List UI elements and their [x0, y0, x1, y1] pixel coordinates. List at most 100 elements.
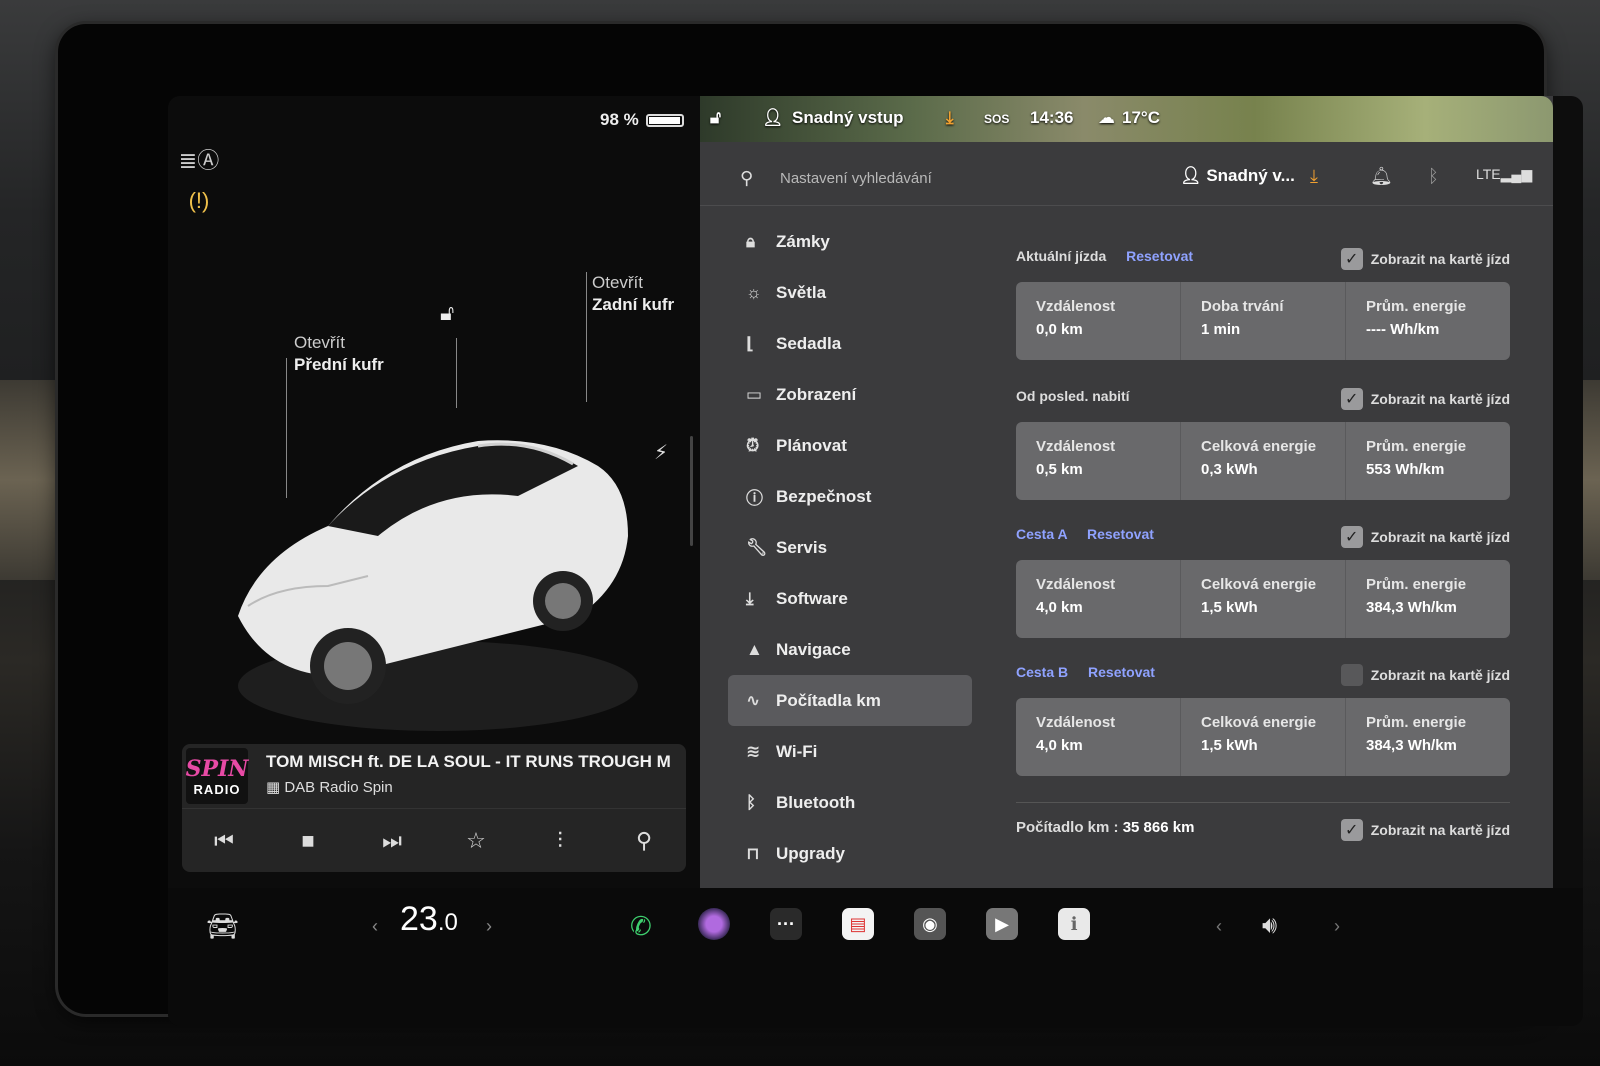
download-icon[interactable]: ⤓ — [946, 108, 954, 128]
stat-total-energy: Celková energie 1,5 kWh — [1181, 560, 1346, 638]
sos-icon[interactable]: SOS — [984, 112, 1009, 126]
menu-item-software[interactable]: ⤓ Software — [728, 573, 972, 624]
stat-value: 0,5 km — [1036, 461, 1083, 478]
temp-up-icon[interactable]: › — [486, 906, 492, 946]
stat-label: Celková energie — [1201, 438, 1317, 455]
menu-item-upgrady[interactable]: ⊓ Upgrady — [728, 828, 972, 879]
menu-item-zobrazeni[interactable]: ▭ Zobrazení — [728, 369, 972, 420]
menu-item-wifi[interactable]: ≋ Wi-Fi — [728, 726, 972, 777]
profile-button[interactable]: 👤︎ Snadný v... — [1180, 166, 1295, 186]
previous-icon[interactable]: ⏮︎ — [204, 821, 244, 861]
menu-label: Sedadla — [776, 333, 842, 353]
station-name: ▦ DAB Radio Spin — [266, 779, 393, 796]
bluetooth-status-icon[interactable]: ᛒ — [1428, 166, 1439, 187]
show-on-card-checkbox[interactable]: ✓ Zobrazit na kartě jízd — [1340, 819, 1510, 841]
temp-down-icon[interactable]: ‹ — [372, 906, 378, 946]
menu-item-zamky[interactable]: 🔒︎ Zámky — [728, 216, 972, 267]
bottom-bar: 🚘︎ ‹ 23.0 › ✆ ··· ▤ ◉ ▶ ℹ ‹ 🔊︎ › — [168, 888, 1583, 1026]
volume-down-icon[interactable]: ‹ — [1216, 906, 1222, 946]
screen-bezel: ≣Ⓐ (!) 98 % Otevřít Přední kufr Otevřít … — [58, 24, 1583, 1026]
car-icon[interactable]: 🚘︎ — [206, 906, 239, 946]
menu-item-servis[interactable]: 🔧︎ Servis — [728, 522, 972, 573]
status-profile[interactable]: Snadný vstup — [792, 108, 903, 128]
auto-headlights-icon[interactable]: ≣Ⓐ — [179, 142, 219, 176]
menu-label: Upgrady — [776, 843, 845, 863]
notification-bell-icon[interactable]: 🔔︎ — [1370, 166, 1393, 187]
front-trunk-label: Přední kufr — [294, 355, 384, 374]
section-header: Od posled. nabití ✓ Zobrazit na kartě jíz… — [1016, 388, 1510, 414]
logo-radio: RADIO — [193, 781, 241, 797]
show-on-card-checkbox[interactable]: ✓ Zobrazit na kartě jízd — [1340, 526, 1510, 548]
dashcam-icon[interactable]: ◉ — [914, 908, 946, 940]
theater-icon[interactable]: ▶ — [986, 908, 1018, 940]
section-header: Cesta A Resetovat ✓ Zobrazit na kartě jíz… — [1016, 526, 1510, 552]
stat-value: 1,5 kWh — [1201, 599, 1258, 616]
section-title: Cesta A — [1016, 526, 1068, 542]
temp-main: 23 — [400, 900, 438, 938]
navigation-icon: ▲ — [746, 639, 763, 659]
next-icon[interactable]: ⏭︎ — [372, 821, 412, 861]
menu-label: Bluetooth — [776, 792, 856, 812]
trip-stats: Vzdálenost 4,0 km Celková energie 1,5 kWh … — [1016, 698, 1510, 776]
checkbox-checked-icon: ✓ — [1340, 388, 1363, 410]
volume-icon[interactable]: 🔊︎ — [1262, 906, 1277, 946]
stat-value: ---- Wh/km — [1366, 321, 1440, 338]
show-on-card-checkbox[interactable]: ✓ Zobrazit na kartě jízd — [1340, 248, 1510, 270]
stop-icon[interactable]: ■ — [288, 821, 328, 861]
logo-spin: SPIN — [185, 755, 249, 782]
menu-item-planovat[interactable]: ⏰︎ Plánovat — [728, 420, 972, 471]
menu-label: Wi-Fi — [776, 741, 818, 761]
rear-trunk-line — [586, 272, 587, 402]
stat-avg-energy: Prům. energie 553 Wh/km — [1346, 422, 1510, 500]
more-apps-icon[interactable]: ··· — [770, 908, 802, 940]
checkbox-unchecked-icon — [1340, 664, 1363, 686]
manual-icon[interactable]: ℹ — [1058, 908, 1090, 940]
phone-icon[interactable]: ✆ — [630, 906, 652, 946]
car-image[interactable] — [218, 386, 658, 746]
lock-icon: 🔒︎ — [746, 231, 756, 251]
reset-button[interactable]: Resetovat — [1088, 664, 1155, 680]
unlock-icon[interactable]: 🔓︎ — [440, 300, 454, 326]
tire-pressure-warning-icon[interactable]: (!) — [182, 184, 216, 218]
software-download-icon[interactable]: ⤓ — [1310, 166, 1318, 187]
section-title: Od posled. nabití — [1016, 388, 1130, 404]
show-on-card-checkbox[interactable]: ✓ Zobrazit na kartě jízd — [1340, 388, 1510, 410]
front-trunk-button[interactable]: Otevřít Přední kufr — [294, 332, 384, 376]
menu-item-bluetooth[interactable]: ᛒ Bluetooth — [728, 777, 972, 828]
checkbox-checked-icon: ✓ — [1340, 819, 1363, 841]
reset-button[interactable]: Resetovat — [1087, 526, 1154, 542]
calendar-icon[interactable]: ▤ — [842, 908, 874, 940]
menu-item-navigace[interactable]: ▲ Navigace — [728, 624, 972, 675]
menu-label: Navigace — [776, 639, 851, 659]
menu-item-pocitadla-km[interactable]: ∿ Počítadla km — [728, 675, 972, 726]
seat-icon: ⌊ — [746, 333, 754, 353]
rear-trunk-button[interactable]: Otevřít Zadní kufr — [592, 272, 674, 316]
favorite-icon[interactable]: ☆ — [456, 821, 496, 861]
panel-scrollbar[interactable] — [690, 436, 693, 546]
show-on-card-checkbox[interactable]: Zobrazit na kartě jízd — [1340, 664, 1510, 686]
camera-app-icon[interactable] — [698, 908, 730, 940]
profile-icon[interactable]: 👤︎ — [762, 108, 784, 128]
menu-item-svetla[interactable]: ☼ Světla — [728, 267, 972, 318]
media-player[interactable]: SPIN RADIO TOM MISCH ft. DE LA SOUL - IT… — [182, 744, 686, 872]
alert-icon: ⓘ — [746, 489, 763, 508]
stat-value: 1,5 kWh — [1201, 737, 1258, 754]
volume-up-icon[interactable]: › — [1334, 906, 1340, 946]
stat-total-energy: Celková energie 0,3 kWh — [1181, 422, 1346, 500]
lock-status-icon[interactable]: 🔓︎ — [710, 108, 721, 128]
stat-duration: Doba trvání 1 min — [1181, 282, 1346, 360]
settings-search-icon: ⚲ — [740, 168, 754, 188]
station-label: DAB Radio Spin — [284, 779, 393, 796]
section-title: Cesta B — [1016, 664, 1069, 680]
menu-item-sedadla[interactable]: ⌊ Sedadla — [728, 318, 972, 369]
battery-icon — [646, 114, 684, 127]
equalizer-icon[interactable]: ⫶ — [540, 821, 580, 861]
menu-item-bezpecnost[interactable]: ⓘ Bezpečnost — [728, 471, 972, 522]
settings-search-input[interactable]: Nastavení vyhledávání — [780, 170, 932, 187]
rear-trunk-label: Zadní kufr — [592, 295, 675, 314]
reset-button[interactable]: Resetovat — [1126, 248, 1193, 264]
cabin-temperature[interactable]: 23.0 — [400, 900, 458, 939]
menu-label: Bezpečnost — [776, 486, 872, 506]
menu-label: Servis — [776, 537, 828, 557]
search-icon[interactable]: ⚲ — [624, 821, 664, 861]
